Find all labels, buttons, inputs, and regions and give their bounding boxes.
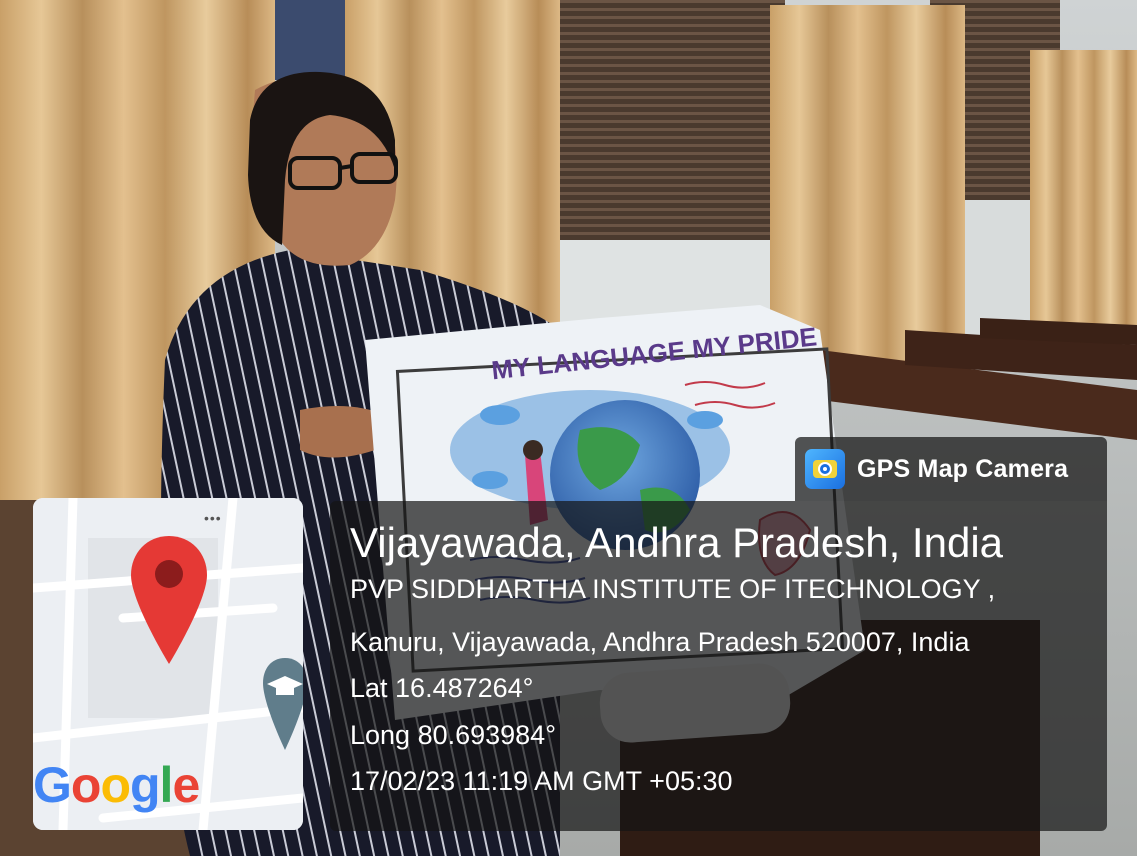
curtain-right — [770, 5, 965, 365]
location-pin-icon — [131, 536, 207, 664]
camera-app-icon — [805, 449, 845, 489]
google-letter: G — [33, 757, 72, 813]
map-thumbnail[interactable]: ••• Google — [33, 498, 303, 830]
latitude: Lat 16.487264° — [350, 673, 534, 703]
app-name: GPS Map Camera — [857, 454, 1069, 483]
graduation-cap-icon — [263, 658, 303, 750]
address-line-1: PVP SIDDHARTHA INSTITUTE OF ITECHNOLOGY … — [350, 574, 996, 604]
google-letter: o — [100, 757, 131, 813]
google-letter: e — [172, 757, 200, 813]
google-letter: o — [70, 757, 102, 813]
google-letter: l — [159, 757, 174, 813]
photo: MY LANGUAGE MY PRIDE GPS Map Camera Vija… — [0, 0, 1137, 856]
longitude: Long 80.693984° — [350, 720, 556, 750]
google-letter: g — [130, 757, 161, 813]
location-title: Vijayawada, Andhra Pradesh, India — [350, 519, 1004, 566]
gps-app-badge: GPS Map Camera — [795, 437, 1107, 501]
camera-lens-icon — [813, 460, 837, 478]
window-blinds — [555, 0, 785, 240]
curtain-far-right — [1030, 50, 1137, 340]
timestamp: 17/02/23 11:19 AM GMT +05:30 — [350, 766, 733, 796]
address-line-2: Kanuru, Vijayawada, Andhra Pradesh 52000… — [350, 627, 970, 657]
more-dots-icon[interactable]: ••• — [204, 510, 222, 526]
google-logo: Google — [33, 756, 200, 814]
